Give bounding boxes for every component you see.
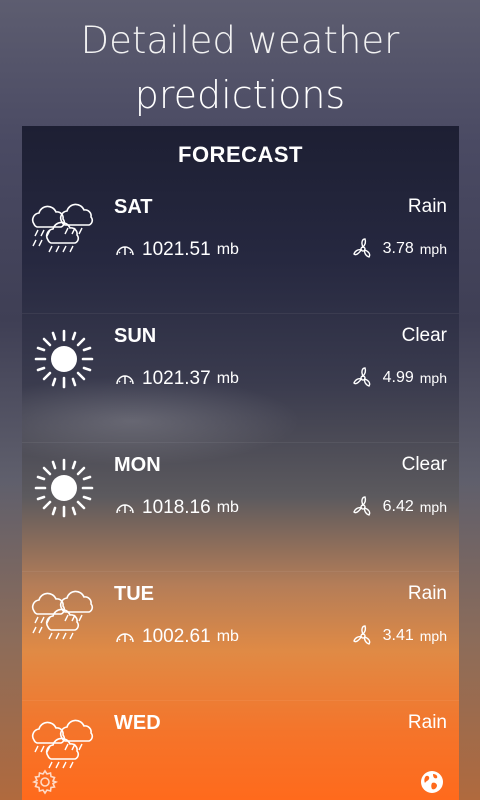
pressure-reading: 1002.61 mb (114, 626, 239, 648)
wind-value: 4.99 (382, 369, 414, 386)
forecast-panel: FORECAST SAT Rain 1021.51 mb 3.78 mph SU… (22, 126, 459, 800)
wind-value: 6.42 (382, 498, 414, 515)
forecast-condition: Rain (407, 196, 447, 217)
forecast-day: MON (114, 454, 161, 476)
forecast-day: SUN (114, 325, 157, 347)
pressure-value: 1021.37 (142, 368, 211, 389)
promo-line-2: predictions (134, 73, 346, 117)
forecast-title: FORECAST (178, 142, 303, 167)
wind-turbine-icon (352, 496, 370, 516)
wind-unit: mph (419, 241, 447, 257)
gauge-icon (116, 375, 134, 385)
sun-icon (34, 329, 94, 389)
wind-reading: 3.78 mph (351, 237, 447, 261)
wind-reading: 4.99 mph (351, 366, 447, 390)
pressure-value: 1018.16 (142, 497, 211, 518)
forecast-condition: Clear (401, 454, 447, 475)
wind-unit: mph (419, 370, 447, 386)
pressure-reading: 1018.16 mb (114, 497, 239, 519)
forecast-day: WED (114, 712, 161, 734)
wind-reading: 3.41 mph (351, 624, 447, 648)
forecast-condition: Rain (407, 583, 447, 604)
gauge-icon (116, 246, 134, 256)
promo-title: Detailed weather predictions (0, 14, 480, 122)
wind-turbine-icon (352, 238, 370, 258)
wind-reading: 6.42 mph (351, 495, 447, 519)
forecast-row-mon[interactable]: MON Clear 1018.16 mb 6.42 mph (22, 442, 459, 572)
wind-unit: mph (419, 628, 447, 644)
pressure-unit: mb (216, 499, 239, 516)
gauge-icon (116, 504, 134, 514)
forecast-day: SAT (114, 196, 153, 218)
gauge-icon (116, 633, 134, 643)
pressure-value: 1002.61 (142, 626, 211, 647)
pressure-reading: 1021.37 mb (114, 368, 239, 390)
forecast-row-sat[interactable]: SAT Rain 1021.51 mb 3.78 mph (22, 184, 459, 314)
promo-line-1: Detailed weather (80, 19, 400, 62)
wind-turbine-icon (352, 625, 370, 645)
pressure-reading: 1021.51 mb (114, 239, 239, 261)
forecast-row-tue[interactable]: TUE Rain 1002.61 mb 3.41 mph (22, 571, 459, 701)
rain-cloud-icon (31, 203, 94, 253)
pressure-value: 1021.51 (142, 239, 211, 260)
forecast-day: TUE (114, 583, 154, 605)
wind-turbine-icon (352, 367, 370, 387)
rain-cloud-icon (31, 590, 94, 640)
forecast-row-sun[interactable]: SUN Clear 1021.37 mb 4.99 mph (22, 313, 459, 443)
gear-icon[interactable] (32, 769, 58, 795)
globe-icon[interactable] (419, 769, 445, 795)
pressure-unit: mb (216, 628, 239, 645)
pressure-unit: mb (216, 370, 239, 387)
forecast-row-wed[interactable]: WED Rain (22, 700, 459, 800)
forecast-condition: Clear (401, 325, 447, 346)
wind-value: 3.78 (382, 240, 414, 257)
wind-value: 3.41 (382, 627, 414, 644)
pressure-unit: mb (216, 241, 239, 258)
forecast-condition: Rain (407, 712, 447, 733)
wind-unit: mph (419, 499, 447, 515)
sun-icon (34, 458, 94, 518)
